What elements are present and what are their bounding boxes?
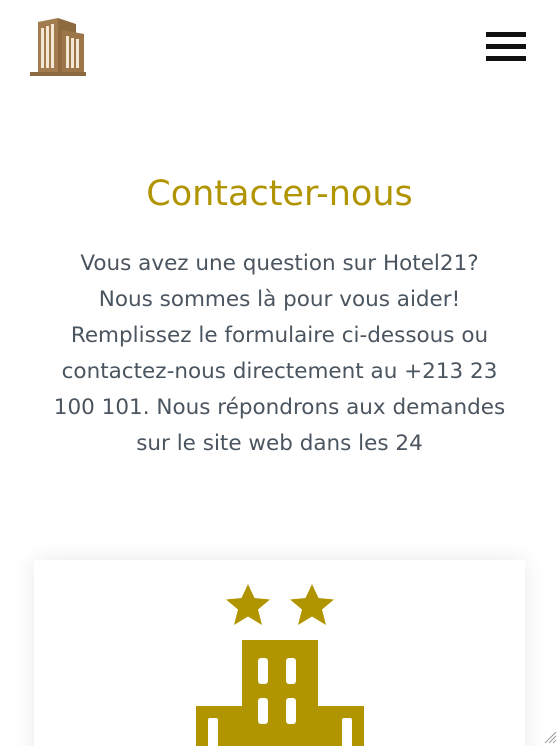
page: Contacter-nous Vous avez une question su… <box>0 0 559 746</box>
contact-description: Vous avez une question sur Hotel21? Nous… <box>53 251 506 456</box>
hamburger-menu-icon[interactable] <box>484 31 526 63</box>
hotel-building-logo-icon[interactable] <box>28 16 88 78</box>
site-header <box>0 0 559 96</box>
resize-handle-icon[interactable] <box>543 730 557 744</box>
two-star-hotel-icon <box>196 584 364 746</box>
page-title: Contacter-nous <box>146 174 413 214</box>
